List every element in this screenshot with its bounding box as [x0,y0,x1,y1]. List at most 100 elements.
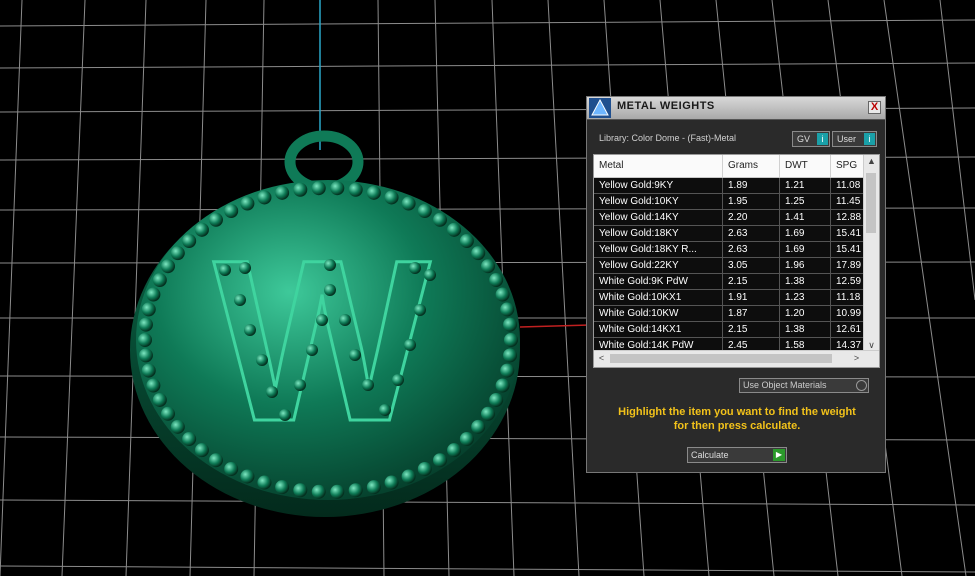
column-header-grams[interactable]: Grams [723,155,780,177]
pave-stone [392,374,404,386]
close-button[interactable]: X [868,101,881,114]
calculate-button[interactable]: Calculate ▶ [687,447,787,463]
cell-metal: White Gold:10KW [594,306,723,321]
horizontal-scrollbar[interactable]: < > [594,350,879,367]
cell-metal: White Gold:9K PdW [594,274,723,289]
instruction-text: Highlight the item you want to find the … [597,405,877,433]
table-row[interactable]: White Gold:10KW 1.87 1.20 10.99 [594,306,864,322]
border-bead [138,348,153,363]
pave-stone [234,294,246,306]
border-bead [459,233,474,248]
radio-icon[interactable] [856,380,867,391]
border-bead [471,419,486,434]
border-bead [348,483,363,498]
border-bead [447,443,462,458]
border-bead [500,302,515,317]
cell-dwt: 1.21 [780,178,831,193]
panel-titlebar[interactable]: METAL WEIGHTS X [587,97,885,120]
pave-stone [244,324,256,336]
pendant-letter: W [213,212,430,469]
border-bead [384,190,399,205]
scroll-up-icon[interactable]: ▲ [864,156,879,166]
table-row[interactable]: Yellow Gold:18KY R... 2.63 1.69 15.41 [594,242,864,258]
border-bead [504,333,518,347]
horizontal-scroll-thumb[interactable] [610,354,832,363]
table-row[interactable]: White Gold:9K PdW 2.15 1.38 12.59 [594,274,864,290]
cell-metal: Yellow Gold:9KY [594,178,723,193]
cell-dwt: 1.69 [780,226,831,241]
border-bead [170,419,185,434]
border-bead [495,378,510,393]
cell-grams: 1.95 [723,194,780,209]
play-icon[interactable]: ▶ [773,449,785,461]
border-bead [481,406,496,421]
border-bead [160,259,175,274]
cell-metal: White Gold:14KX1 [594,322,723,337]
cell-spg: 11.45 [831,194,864,209]
border-bead [275,185,290,200]
cell-dwt: 1.96 [780,258,831,273]
use-object-materials-label: Use Object Materials [743,380,827,390]
gv-info-icon[interactable]: i [817,133,828,145]
user-label: User [837,134,857,144]
border-bead [489,392,504,407]
cell-spg: 15.41 [831,242,864,257]
border-bead [275,480,290,495]
metal-table[interactable]: Metal Grams DWT SPG Yellow Gold:9KY 1.89 1… [593,154,880,368]
border-bead [146,287,161,302]
border-bead [194,222,209,237]
use-object-materials-toggle[interactable]: Use Object Materials [739,378,869,393]
pave-stone [414,304,426,316]
vertical-scroll-thumb[interactable] [866,173,876,233]
column-header-metal[interactable]: Metal [594,155,723,177]
scroll-right-icon[interactable]: > [849,353,864,363]
cell-grams: 2.15 [723,274,780,289]
gv-label: GV [797,134,811,144]
border-bead [330,484,345,499]
cell-dwt: 1.38 [780,322,831,337]
panel-title: METAL WEIGHTS [617,100,715,112]
border-bead [311,484,326,499]
table-row[interactable]: Yellow Gold:9KY 1.89 1.21 11.08 [594,178,864,194]
column-header-dwt[interactable]: DWT [780,155,831,177]
table-row[interactable]: Yellow Gold:14KY 2.20 1.41 12.88 [594,210,864,226]
pave-stone [339,314,351,326]
x-axis-line [519,324,591,328]
pave-stone [349,349,361,361]
border-bead [481,259,496,274]
table-row[interactable]: Yellow Gold:10KY 1.95 1.25 11.45 [594,194,864,210]
table-row[interactable]: Yellow Gold:22KY 3.05 1.96 17.89 [594,258,864,274]
border-bead [141,302,156,317]
pave-stone [239,262,251,274]
table-row[interactable]: White Gold:10KX1 1.91 1.23 11.18 [594,290,864,306]
border-bead [182,233,197,248]
border-bead [433,453,448,468]
cell-dwt: 1.38 [780,274,831,289]
table-row[interactable]: White Gold:14KX1 2.15 1.38 12.61 [594,322,864,338]
pave-stone [324,284,336,296]
user-info-icon[interactable]: i [864,133,875,145]
table-row[interactable]: Yellow Gold:18KY 2.63 1.69 15.41 [594,226,864,242]
border-bead [152,273,167,288]
border-bead [257,190,272,205]
pave-stone [424,269,436,281]
border-bead [348,182,363,197]
app-logo-icon [589,98,611,118]
gv-dropdown[interactable]: GV i [792,131,830,147]
user-dropdown[interactable]: User i [832,131,877,147]
scroll-left-icon[interactable]: < [594,353,609,363]
pave-stone [324,259,336,271]
cell-spg: 17.89 [831,258,864,273]
cell-spg: 12.61 [831,322,864,337]
border-bead [366,185,381,200]
cell-spg: 12.59 [831,274,864,289]
border-bead [182,432,197,447]
column-header-spg[interactable]: SPG [831,155,864,177]
border-bead [433,212,448,227]
vertical-scrollbar[interactable]: ▲ ∨ [863,155,879,352]
border-bead [500,363,515,378]
pave-stone [404,339,416,351]
pendant[interactable]: W [130,130,520,517]
cell-spg: 12.88 [831,210,864,225]
cell-grams: 2.15 [723,322,780,337]
